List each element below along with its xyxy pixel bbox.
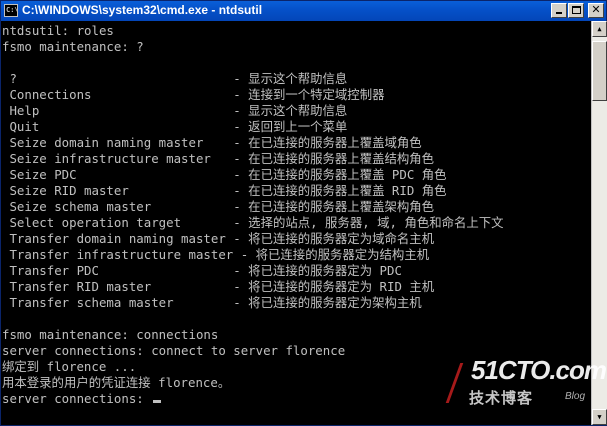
console-line: server connections:: [2, 391, 152, 406]
maximize-icon: [571, 6, 581, 14]
title-bar[interactable]: C:\ C:\WINDOWS\system32\cmd.exe - ntdsut…: [1, 1, 606, 21]
close-button[interactable]: ✕: [588, 3, 604, 18]
console-line: Quit - 返回到上一个菜单: [2, 119, 348, 134]
scroll-up-button[interactable]: ▲: [592, 21, 607, 37]
console-line: 用本登录的用户的凭证连接 florence。: [2, 375, 231, 390]
console-line: Transfer infrastructure master - 将已连接的服务…: [2, 247, 430, 262]
scrollbar-thumb[interactable]: [592, 41, 607, 101]
console-line: ? - 显示这个帮助信息: [2, 71, 348, 86]
minimize-icon: [556, 12, 562, 14]
console-window: C:\ C:\WINDOWS\system32\cmd.exe - ntdsut…: [0, 0, 607, 426]
console-line: Transfer schema master - 将已连接的服务器定为架构主机: [2, 295, 422, 310]
watermark-logo: 51CTO.com: [471, 355, 607, 385]
console-line: fsmo maintenance: connections: [2, 327, 219, 342]
console-line: Seize schema master - 在已连接的服务器上覆盖架构角色: [2, 199, 435, 214]
console-line: Transfer PDC - 将已连接的服务器定为 PDC: [2, 263, 402, 278]
console-line: Transfer RID master - 将已连接的服务器定为 RID 主机: [2, 279, 435, 294]
text-cursor: [153, 400, 162, 403]
console-line: ntdsutil: roles: [2, 23, 114, 38]
arrow-down-icon: ▼: [597, 413, 602, 421]
cmd-app-icon[interactable]: C:\: [4, 4, 19, 17]
maximize-button[interactable]: [568, 3, 584, 18]
minimize-button[interactable]: [551, 3, 567, 18]
console-line: 绑定到 florence ...: [2, 359, 137, 374]
console-line: Connections - 连接到一个特定域控制器: [2, 87, 385, 102]
arrow-up-icon: ▲: [597, 25, 602, 33]
console-line: Seize domain naming master - 在已连接的服务器上覆盖…: [2, 135, 422, 150]
console-line: server connections: connect to server fl…: [2, 343, 346, 358]
watermark-blog: Blog: [565, 391, 586, 402]
site-watermark: 51CTO.com 技术博客 Blog: [445, 353, 607, 419]
console-line: Seize infrastructure master - 在已连接的服务器上覆…: [2, 151, 435, 166]
close-icon: ✕: [591, 3, 601, 16]
console-line: fsmo maintenance: ?: [2, 39, 144, 54]
console-line: Seize PDC - 在已连接的服务器上覆盖 PDC 角色: [2, 167, 447, 182]
console-line: Select operation target - 选择的站点, 服务器, 域,…: [2, 215, 504, 230]
watermark-subtitle: 技术博客: [469, 389, 534, 407]
console-text: ntdsutil: roles fsmo maintenance: ? ? - …: [2, 23, 504, 407]
console-line: Help - 显示这个帮助信息: [2, 103, 348, 118]
console-line: Seize RID master - 在已连接的服务器上覆盖 RID 角色: [2, 183, 447, 198]
window-title: C:\WINDOWS\system32\cmd.exe - ntdsutil: [22, 3, 263, 17]
console-line: Transfer domain naming master - 将已连接的服务器…: [2, 231, 435, 246]
scroll-down-button[interactable]: ▼: [592, 409, 607, 425]
